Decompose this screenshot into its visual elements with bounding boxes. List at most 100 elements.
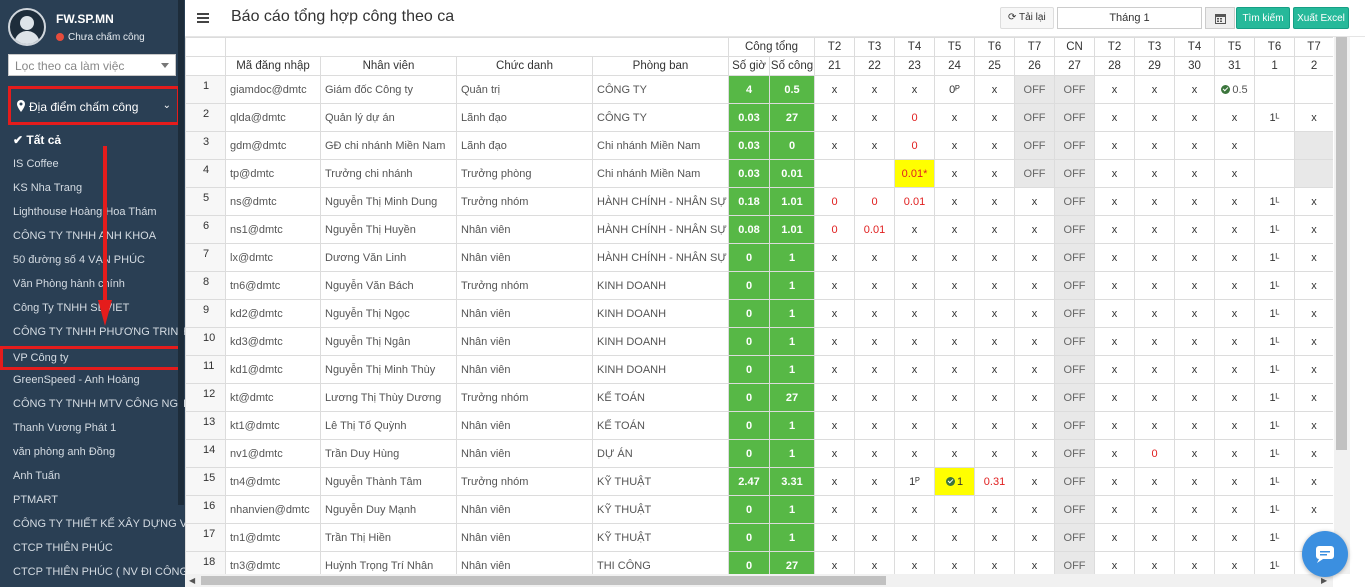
day-cell[interactable]: x (854, 75, 896, 104)
day-cell[interactable] (1254, 75, 1296, 104)
location-item[interactable]: CÔNG TY THIẾT KẾ XÂY DỰNG VÀ (0, 514, 185, 538)
location-item[interactable]: Anh Tuấn (0, 466, 185, 490)
day-cell[interactable]: 1ᴸ (1254, 187, 1296, 216)
day-cell[interactable]: x (1214, 495, 1256, 524)
location-item-all[interactable]: ✔ Tất cả (0, 130, 185, 154)
day-cell[interactable]: x (1014, 271, 1056, 300)
day-cell[interactable]: x (1214, 271, 1256, 300)
day-cell[interactable]: x (1094, 271, 1136, 300)
table-row[interactable]: 1 giamdoc@dmtc Giám đốc Công ty Quản trị CÔN… (185, 75, 1333, 104)
day-cell[interactable]: 0.01 (854, 215, 896, 244)
day-cell[interactable] (1254, 131, 1296, 160)
day-cell[interactable]: x (1094, 131, 1136, 160)
day-cell[interactable]: 0.31 (974, 467, 1016, 496)
day-cell[interactable]: x (814, 467, 856, 496)
day-cell[interactable]: 1ᴸ (1254, 299, 1296, 328)
day-cell[interactable]: x (854, 467, 896, 496)
day-cell[interactable]: x (894, 439, 936, 468)
day-cell[interactable]: x (1214, 159, 1256, 188)
day-cell[interactable]: x (854, 103, 896, 132)
table-row[interactable]: 14 nv1@dmtc Trần Duy Hùng Nhân viên DỰ ÁN 0 1 x… (185, 439, 1333, 468)
day-cell[interactable]: 1ᴸ (1254, 551, 1296, 574)
search-button[interactable]: Tìm kiếm (1236, 7, 1290, 29)
day-cell[interactable]: x (1214, 355, 1256, 384)
day-cell[interactable]: x (894, 271, 936, 300)
day-cell[interactable]: x (854, 327, 896, 356)
location-item[interactable]: GreenSpeed - Anh Hoàng (0, 370, 185, 394)
day-cell[interactable]: x (1014, 299, 1056, 328)
day-cell[interactable]: x (1134, 551, 1176, 574)
day-cell[interactable]: x (1094, 355, 1136, 384)
day-cell[interactable]: x (854, 551, 896, 574)
day-cell[interactable]: x (934, 383, 976, 412)
day-cell[interactable]: x (894, 411, 936, 440)
location-item[interactable]: văn phòng anh Đồng (0, 442, 185, 466)
day-cell[interactable]: x (894, 327, 936, 356)
location-item[interactable]: Thanh Vương Phát 1 (0, 418, 185, 442)
day-cell[interactable]: x (1094, 299, 1136, 328)
day-cell[interactable]: x (814, 131, 856, 160)
day-cell[interactable]: x (974, 187, 1016, 216)
table-row[interactable]: 9 kd2@dmtc Nguyễn Thị Ngọc Nhân viên KINH DO… (185, 299, 1333, 328)
day-cell[interactable]: x (1174, 383, 1216, 412)
day-cell[interactable]: x (1174, 495, 1216, 524)
day-cell[interactable]: x (854, 131, 896, 160)
day-cell[interactable]: x (974, 439, 1016, 468)
day-cell[interactable]: x (974, 355, 1016, 384)
day-cell[interactable]: x (1014, 215, 1056, 244)
day-cell[interactable]: x (1014, 411, 1056, 440)
day-cell[interactable]: x (1014, 439, 1056, 468)
day-cell[interactable]: x (1294, 327, 1333, 356)
day-cell[interactable]: x (894, 355, 936, 384)
location-item[interactable]: PTMART (0, 490, 185, 514)
day-cell[interactable]: x (1174, 271, 1216, 300)
day-cell[interactable]: x (894, 243, 936, 272)
day-cell[interactable]: x (1134, 215, 1176, 244)
day-cell[interactable]: x (1094, 467, 1136, 496)
day-cell[interactable]: x (934, 523, 976, 552)
table-row[interactable]: 6 ns1@dmtc Nguyễn Thị Huyền Nhân viên HÀNH C… (185, 215, 1333, 244)
day-cell[interactable]: x (894, 495, 936, 524)
day-cell[interactable]: 0 (854, 187, 896, 216)
day-cell[interactable]: x (1134, 495, 1176, 524)
day-cell[interactable]: x (814, 299, 856, 328)
day-cell[interactable]: x (974, 271, 1016, 300)
location-item[interactable]: Công Ty TNHH SEVIET (0, 298, 185, 322)
day-cell[interactable] (814, 159, 856, 188)
day-cell[interactable] (1294, 75, 1333, 104)
day-cell[interactable]: OFF (1054, 187, 1096, 216)
day-cell[interactable]: x (1214, 327, 1256, 356)
day-cell[interactable]: x (1174, 131, 1216, 160)
table-row[interactable]: 17 tn1@dmtc Trần Thị Hiền Nhân viên KỸ THUẬT… (185, 523, 1333, 552)
day-cell[interactable]: 1ᴸ (1254, 271, 1296, 300)
day-cell[interactable]: x (814, 439, 856, 468)
month-picker[interactable]: Tháng 1 (1057, 7, 1202, 29)
day-cell[interactable]: x (934, 495, 976, 524)
day-cell[interactable]: x (1014, 383, 1056, 412)
day-cell[interactable]: x (974, 495, 1016, 524)
table-row[interactable]: 15 tn4@dmtc Nguyễn Thành Tâm Trưởng nhóm KỸ … (185, 467, 1333, 496)
table-row[interactable]: 4 tp@dmtc Trưởng chi nhánh Trưởng phòng Chi … (185, 159, 1333, 188)
chat-button[interactable] (1302, 531, 1348, 577)
location-item[interactable]: 50 đường số 4 VẠN PHÚC (0, 250, 185, 274)
day-cell[interactable]: OFF (1014, 75, 1056, 104)
day-cell[interactable]: 0 (894, 103, 936, 132)
day-cell[interactable]: x (814, 355, 856, 384)
day-cell[interactable]: x (1174, 411, 1216, 440)
day-cell[interactable]: x (1134, 103, 1176, 132)
day-cell[interactable]: x (1094, 523, 1136, 552)
day-cell[interactable]: x (1134, 467, 1176, 496)
day-cell[interactable]: x (934, 271, 976, 300)
day-cell[interactable]: 1ᴸ (1254, 411, 1296, 440)
day-cell[interactable]: x (854, 439, 896, 468)
day-cell[interactable]: x (974, 243, 1016, 272)
table-row[interactable]: 3 gdm@dmtc GĐ chi nhánh Miền Nam Lãnh đạo Ch… (185, 131, 1333, 160)
day-cell[interactable]: x (1294, 215, 1333, 244)
day-cell[interactable]: x (1094, 103, 1136, 132)
day-cell[interactable]: x (974, 131, 1016, 160)
day-cell[interactable]: x (814, 103, 856, 132)
day-cell[interactable]: 0ᴾ (934, 75, 976, 104)
day-cell[interactable]: OFF (1054, 355, 1096, 384)
day-cell[interactable]: x (1174, 467, 1216, 496)
day-cell[interactable]: x (1214, 299, 1256, 328)
